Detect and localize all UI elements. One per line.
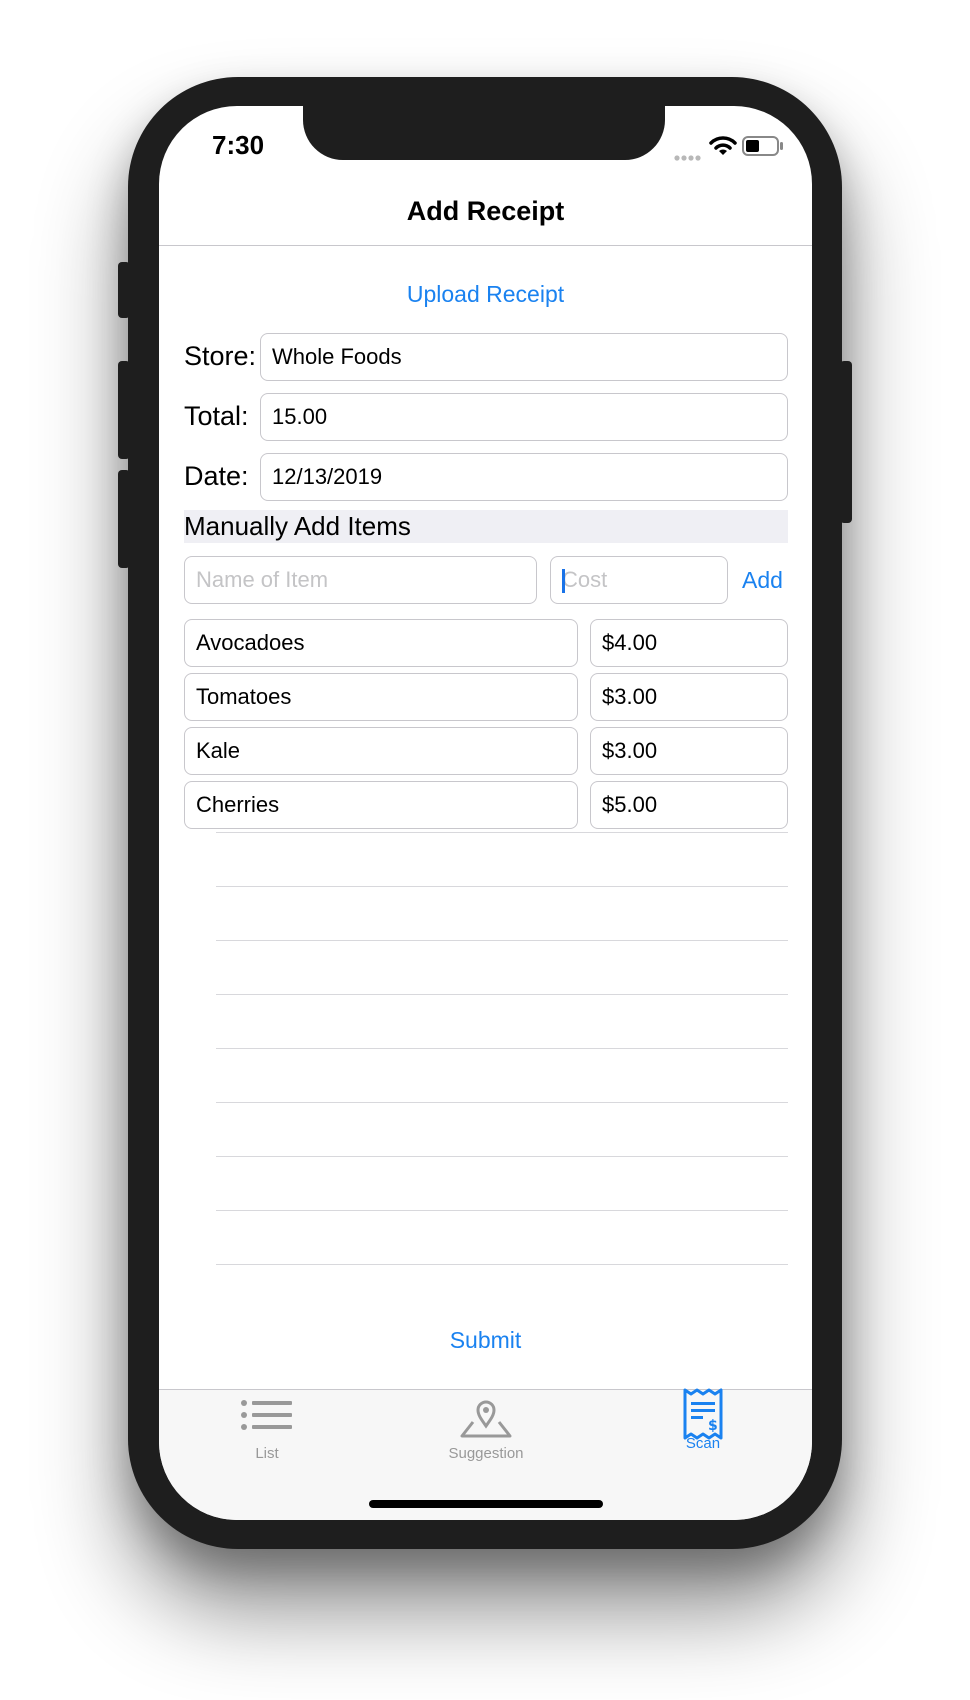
item-cost-value: $3.00 <box>602 684 658 709</box>
item-name-value: Cherries <box>196 792 280 817</box>
item-name-field[interactable]: Avocadoes <box>184 619 578 667</box>
wifi-icon <box>709 135 737 162</box>
store-label: Store: <box>184 341 257 371</box>
item-cost-input[interactable]: Cost <box>550 556 728 604</box>
screen: 7:30 Add Receipt Upload Receipt Store: W… <box>159 106 812 1520</box>
tab-list-label: List <box>255 1445 279 1462</box>
table-separator <box>216 832 788 833</box>
table-separator <box>216 1210 788 1211</box>
submit-button[interactable]: Submit <box>159 1327 812 1354</box>
date-value: 12/13/2019 <box>272 464 383 489</box>
item-name-field[interactable]: Kale <box>184 727 578 775</box>
tab-suggestion[interactable]: Suggestion <box>416 1398 556 1462</box>
date-field[interactable]: 12/13/2019 <box>260 453 788 501</box>
status-time: 7:30 <box>212 130 265 160</box>
table-separator <box>216 1048 788 1049</box>
total-label: Total: <box>184 401 249 431</box>
store-value: Whole Foods <box>272 344 402 369</box>
item-cost-placeholder: Cost <box>562 567 608 592</box>
tab-scan-label: Scan <box>685 1435 721 1452</box>
volume-up-button <box>118 361 130 459</box>
date-label: Date: <box>184 461 249 491</box>
signal-icon <box>674 149 704 167</box>
total-value: 15.00 <box>272 404 328 429</box>
nav-divider <box>159 245 812 246</box>
notch <box>303 106 665 160</box>
table-separator <box>216 940 788 941</box>
volume-down-button <box>118 470 130 568</box>
total-field[interactable]: 15.00 <box>260 393 788 441</box>
add-item-button[interactable]: Add <box>742 567 783 594</box>
item-cost-value: $3.00 <box>602 738 658 763</box>
table-separator <box>216 1156 788 1157</box>
table-separator <box>216 1102 788 1103</box>
tab-scan[interactable]: $ Scan <box>633 1388 773 1452</box>
item-name-input[interactable]: Name of Item <box>184 556 537 604</box>
svg-text:$: $ <box>708 1418 718 1434</box>
table-separator <box>216 1264 788 1265</box>
page-title: Add Receipt <box>406 196 565 226</box>
mute-switch <box>118 262 130 318</box>
item-cost-field[interactable]: $3.00 <box>590 727 788 775</box>
battery-icon <box>742 136 784 161</box>
item-name-placeholder: Name of Item <box>196 567 329 592</box>
table-separator <box>216 994 788 995</box>
item-name-value: Tomatoes <box>196 684 292 709</box>
home-indicator <box>369 1500 603 1508</box>
table-separator <box>216 886 788 887</box>
upload-receipt-button[interactable]: Upload Receipt <box>159 281 812 308</box>
item-cost-field[interactable]: $3.00 <box>590 673 788 721</box>
list-icon <box>197 1398 337 1443</box>
item-cost-value: $5.00 <box>602 792 658 817</box>
power-button <box>840 361 852 523</box>
item-name-field[interactable]: Cherries <box>184 781 578 829</box>
tab-list[interactable]: List <box>197 1398 337 1462</box>
tab-suggestion-label: Suggestion <box>448 1445 524 1462</box>
item-name-value: Avocadoes <box>196 630 305 655</box>
map-pin-icon <box>416 1398 556 1443</box>
item-cost-field[interactable]: $5.00 <box>590 781 788 829</box>
item-name-value: Kale <box>196 738 241 763</box>
item-name-field[interactable]: Tomatoes <box>184 673 578 721</box>
item-cost-field[interactable]: $4.00 <box>590 619 788 667</box>
item-cost-value: $4.00 <box>602 630 658 655</box>
store-field[interactable]: Whole Foods <box>260 333 788 381</box>
section-header: Manually Add Items <box>184 510 788 543</box>
text-cursor <box>562 569 565 593</box>
